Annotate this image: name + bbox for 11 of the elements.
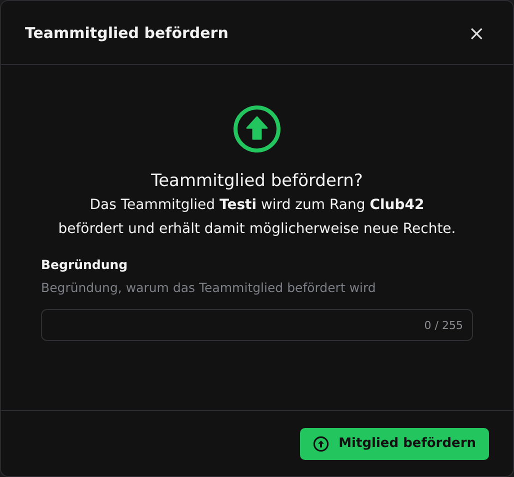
arrow-up-circle-icon (233, 105, 281, 153)
reason-input-field[interactable]: 0 / 255 (41, 309, 473, 341)
dialog-title: Teammitglied befördern (25, 24, 228, 42)
field-description: Begründung, warum das Teammitglied befördert wird (41, 280, 377, 295)
character-counter: 0 / 255 (424, 318, 463, 332)
arrow-up-circle-icon (312, 436, 329, 452)
field-label: Begründung (41, 257, 129, 272)
confirm-message: Das Teammitglied Testi wird zum Rang Club42 befördert und erhält damit möglicherweise neue Rechte. (57, 196, 457, 239)
close-button[interactable]: × (464, 22, 489, 42)
promote-button[interactable]: Mitglied befördern (300, 428, 489, 460)
confirm-heading: Teammitglied befördern? (151, 171, 363, 191)
